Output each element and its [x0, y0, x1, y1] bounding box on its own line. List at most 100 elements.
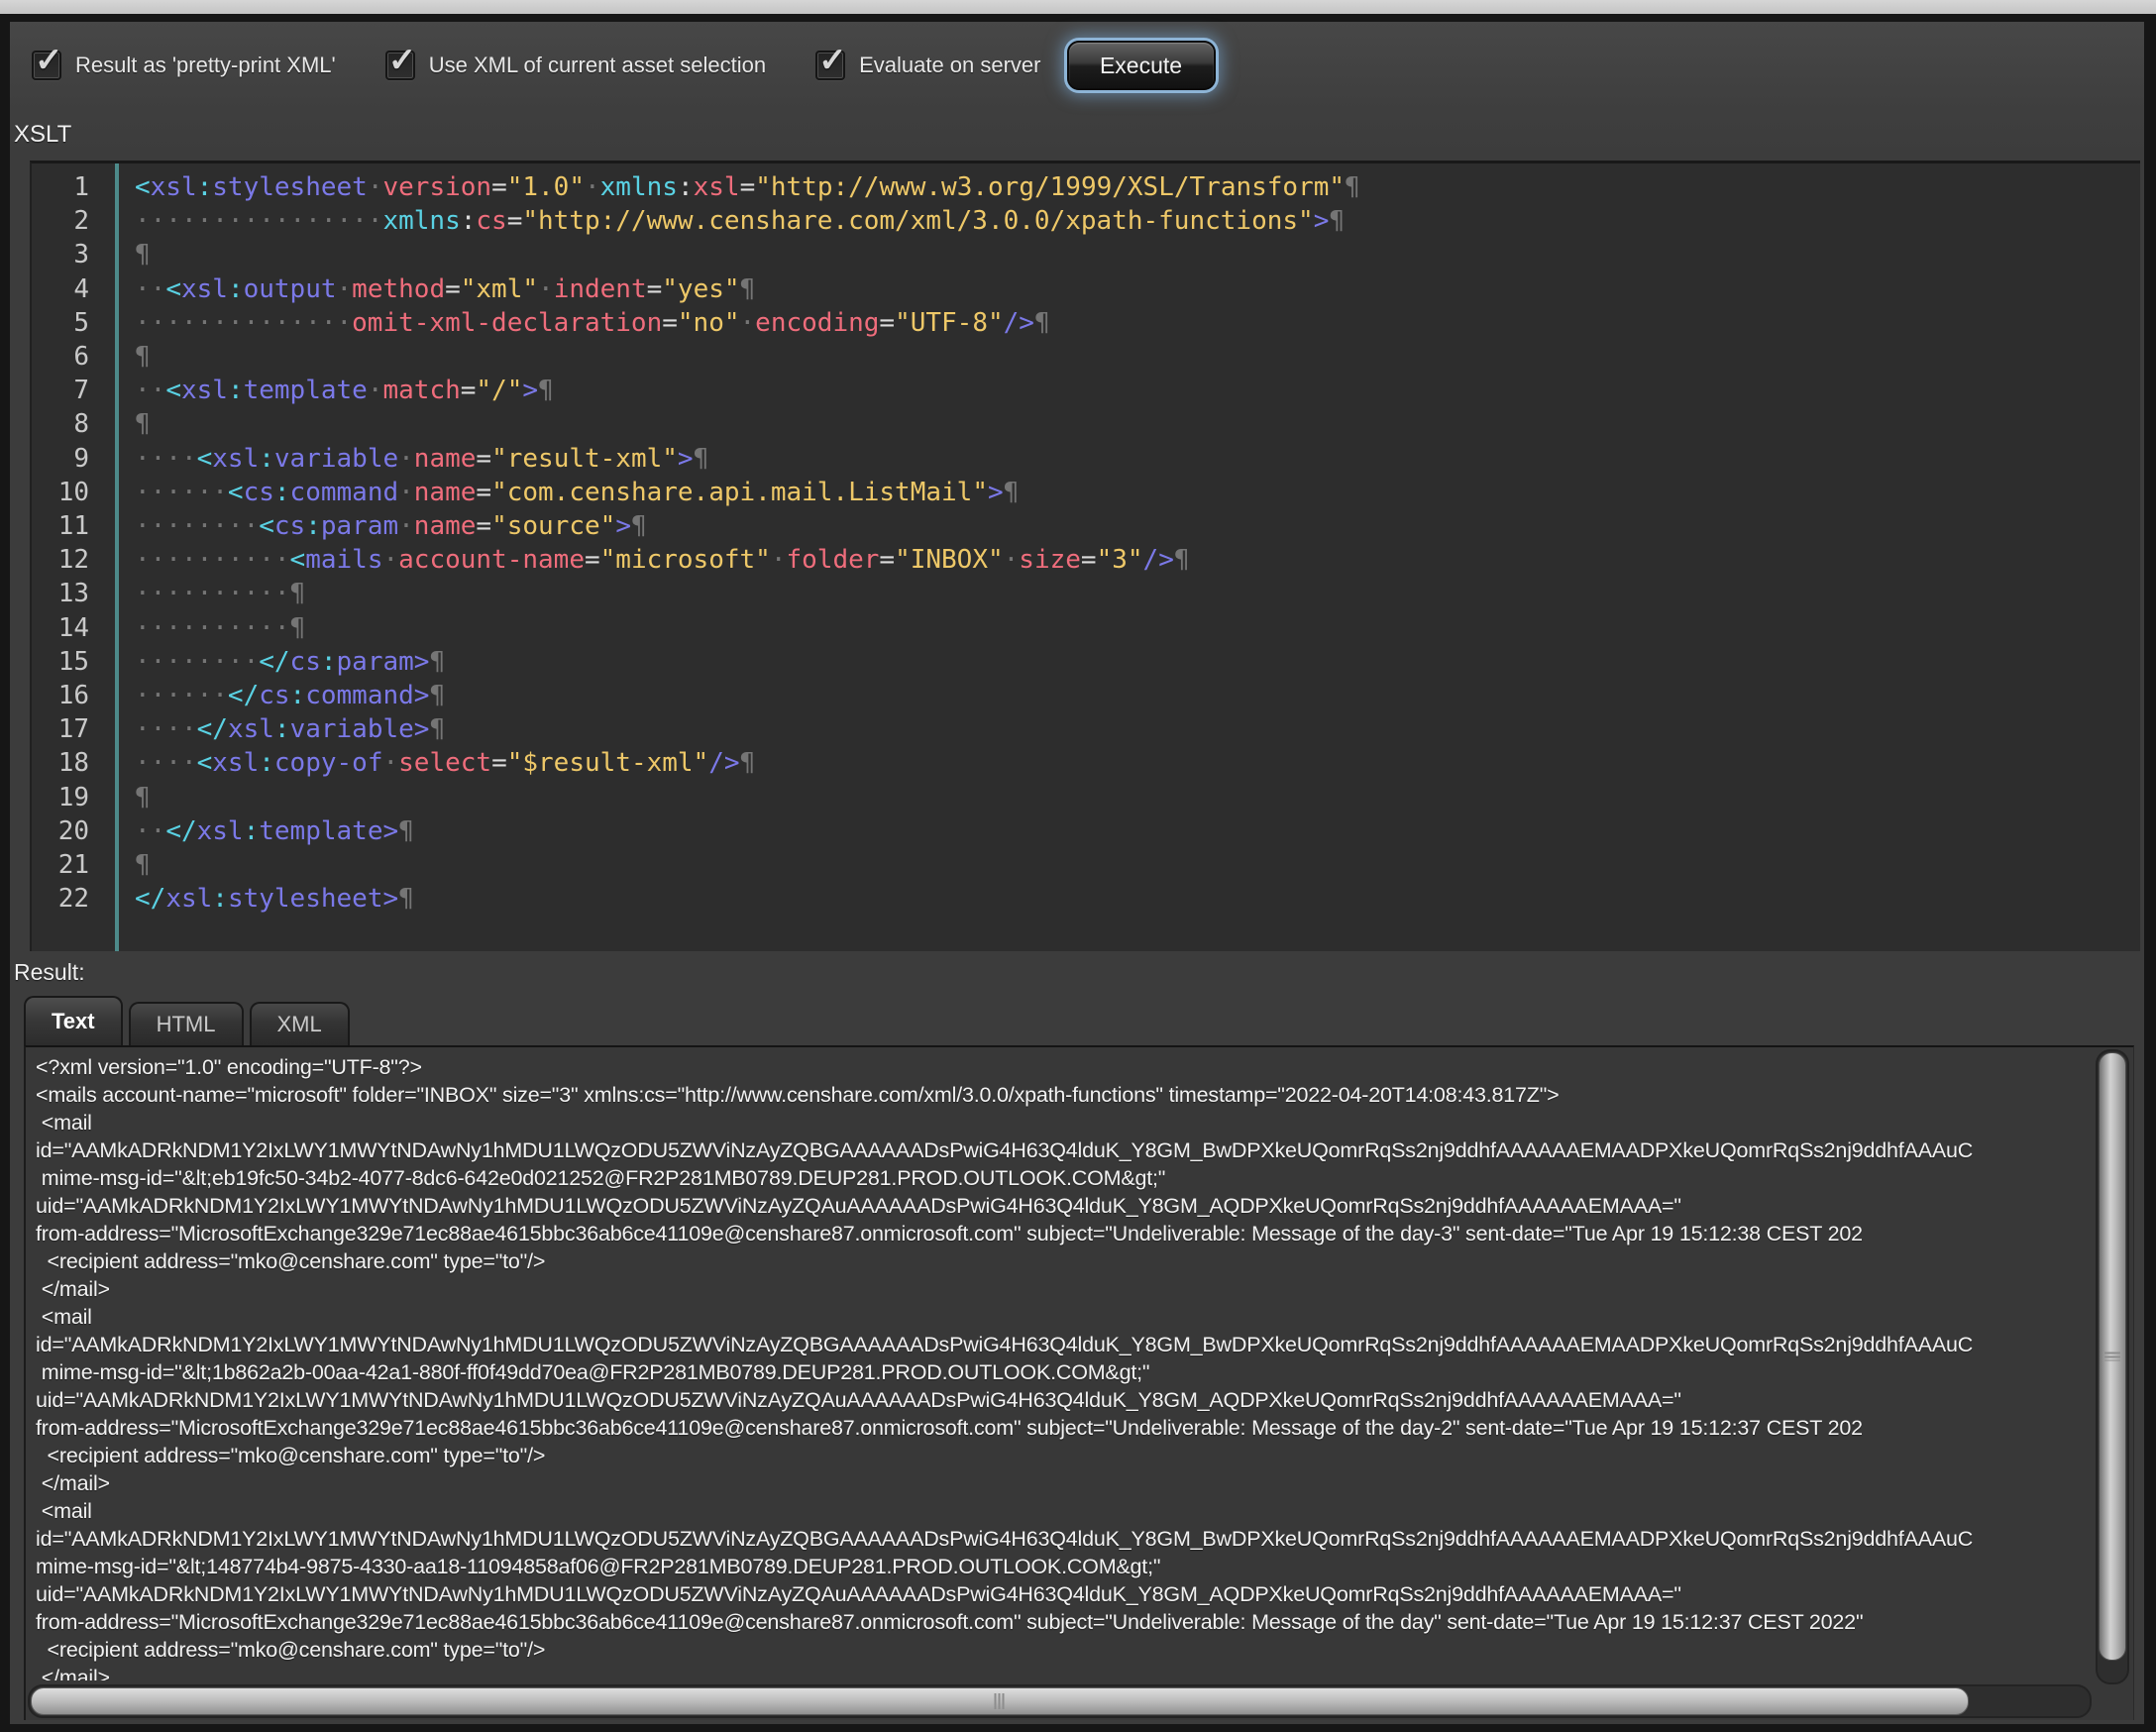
line-number: 18: [32, 746, 111, 780]
xslt-tester-window: ✓ Result as 'pretty-print XML' ✓ Use XML…: [0, 0, 2156, 1732]
line-number: 16: [32, 679, 111, 712]
code-text: ¶: [111, 340, 151, 374]
code-text: ········<cs:param·name="source">¶: [111, 509, 647, 543]
result-line: </mail>: [36, 1469, 2094, 1497]
line-number: 14: [32, 611, 111, 645]
code-text: </xsl:stylesheet>¶: [111, 882, 414, 916]
line-number: 4: [32, 272, 111, 306]
result-text-area[interactable]: <?xml version="1.0" encoding="UTF-8"?><m…: [36, 1053, 2094, 1680]
code-text: ········</cs:param>¶: [111, 645, 445, 679]
toolbar: ✓ Result as 'pretty-print XML' ✓ Use XML…: [10, 36, 2144, 95]
code-text: ······</cs:command>¶: [111, 679, 445, 712]
result-line: <mail: [36, 1497, 2094, 1525]
line-number: 22: [32, 882, 111, 916]
xslt-section-label: XSLT: [14, 121, 71, 149]
checkbox-group-pretty-print: ✓ Result as 'pretty-print XML': [32, 51, 336, 80]
checkbox-group-evaluate-server: ✓ Evaluate on server: [815, 51, 1040, 80]
pretty-print-checkbox[interactable]: ✓: [32, 51, 61, 80]
code-line: 18····<xsl:copy-of·select="$result-xml"/…: [32, 746, 2140, 780]
result-line: <mail: [36, 1303, 2094, 1331]
line-number: 8: [32, 407, 111, 441]
code-line: 9····<xsl:variable·name="result-xml">¶: [32, 442, 2140, 476]
code-text: ¶: [111, 238, 151, 271]
pretty-print-label: Result as 'pretty-print XML': [75, 53, 336, 78]
code-line: 6¶: [32, 340, 2140, 374]
tab-xml[interactable]: XML: [250, 1002, 350, 1045]
vertical-scrollbar[interactable]: [2096, 1049, 2129, 1684]
code-pane: 1<xsl:stylesheet·version="1.0"·xmlns:xsl…: [32, 170, 2140, 916]
result-line: <mail: [36, 1109, 2094, 1137]
result-line: id="AAMkADRkNDM1Y2IxLWY1MWYtNDAwNy1hMDU1…: [36, 1331, 2094, 1358]
code-line: 8¶: [32, 407, 2140, 441]
line-number: 12: [32, 543, 111, 577]
result-line: mime-msg-id="&lt;148774b4-9875-4330-aa18…: [36, 1553, 2094, 1580]
tab-text[interactable]: Text: [24, 996, 123, 1045]
vertical-scrollbar-thumb[interactable]: [2099, 1052, 2126, 1661]
checkmark-icon: ✓: [818, 41, 847, 80]
line-number: 9: [32, 442, 111, 476]
code-line: 15········</cs:param>¶: [32, 645, 2140, 679]
window-top-strip: [0, 0, 2156, 14]
evaluate-server-checkbox[interactable]: ✓: [815, 51, 845, 80]
line-number: 1: [32, 170, 111, 204]
code-line: 2················xmlns:cs="http://www.ce…: [32, 204, 2140, 238]
code-line: 7··<xsl:template·match="/">¶: [32, 374, 2140, 407]
code-text: ··</xsl:template>¶: [111, 814, 414, 848]
code-text: ¶: [111, 848, 151, 882]
result-line: uid="AAMkADRkNDM1Y2IxLWY1MWYtNDAwNy1hMDU…: [36, 1580, 2094, 1608]
use-xml-label: Use XML of current asset selection: [429, 53, 766, 78]
code-line: 22</xsl:stylesheet>¶: [32, 882, 2140, 916]
line-number: 7: [32, 374, 111, 407]
code-text: ················xmlns:cs="http://www.cen…: [111, 204, 1345, 238]
line-number: 13: [32, 577, 111, 610]
code-text: ······<cs:command·name="com.censhare.api…: [111, 476, 1019, 509]
line-number: 15: [32, 645, 111, 679]
use-xml-checkbox[interactable]: ✓: [385, 51, 415, 80]
code-line: 13··········¶: [32, 577, 2140, 610]
result-line: <recipient address="mko@censhare.com" ty…: [36, 1636, 2094, 1664]
result-line: mime-msg-id="&lt;1b862a2b-00aa-42a1-880f…: [36, 1358, 2094, 1386]
line-number: 19: [32, 781, 111, 814]
checkmark-icon: ✓: [35, 41, 63, 80]
code-line: 19¶: [32, 781, 2140, 814]
result-line: from-address="MicrosoftExchange329e71ec8…: [36, 1414, 2094, 1442]
code-text: ··<xsl:template·match="/">¶: [111, 374, 554, 407]
line-number: 21: [32, 848, 111, 882]
result-line: mime-msg-id="&lt;eb19fc50-34b2-4077-8dc6…: [36, 1164, 2094, 1192]
result-line: id="AAMkADRkNDM1Y2IxLWY1MWYtNDAwNy1hMDU1…: [36, 1137, 2094, 1164]
code-line: 1<xsl:stylesheet·version="1.0"·xmlns:xsl…: [32, 170, 2140, 204]
code-text: ¶: [111, 407, 151, 441]
code-line: 17····</xsl:variable>¶: [32, 712, 2140, 746]
result-box: <?xml version="1.0" encoding="UTF-8"?><m…: [24, 1045, 2134, 1720]
line-number: 17: [32, 712, 111, 746]
code-text: ····<xsl:variable·name="result-xml">¶: [111, 442, 708, 476]
checkmark-icon: ✓: [388, 41, 417, 80]
horizontal-scrollbar-thumb[interactable]: [31, 1687, 1969, 1715]
code-text: ··········¶: [111, 577, 305, 610]
line-number: 6: [32, 340, 111, 374]
horizontal-scrollbar[interactable]: [28, 1684, 2092, 1718]
result-line: </mail>: [36, 1664, 2094, 1680]
result-line: from-address="MicrosoftExchange329e71ec8…: [36, 1608, 2094, 1636]
app-panel: ✓ Result as 'pretty-print XML' ✓ Use XML…: [10, 22, 2144, 1724]
line-number: 3: [32, 238, 111, 271]
code-text: ··············omit-xml-declaration="no"·…: [111, 306, 1050, 340]
tab-html[interactable]: HTML: [129, 1002, 244, 1045]
xslt-code-editor[interactable]: 1<xsl:stylesheet·version="1.0"·xmlns:xsl…: [30, 161, 2140, 951]
code-line: 3¶: [32, 238, 2140, 271]
checkbox-group-use-xml: ✓ Use XML of current asset selection: [385, 51, 766, 80]
code-line: 11········<cs:param·name="source">¶: [32, 509, 2140, 543]
result-line: </mail>: [36, 1275, 2094, 1303]
code-line: 5··············omit-xml-declaration="no"…: [32, 306, 2140, 340]
result-line: <recipient address="mko@censhare.com" ty…: [36, 1442, 2094, 1469]
code-text: ··········<mails·account-name="microsoft…: [111, 543, 1190, 577]
result-line: id="AAMkADRkNDM1Y2IxLWY1MWYtNDAwNy1hMDU1…: [36, 1525, 2094, 1553]
code-text: ····<xsl:copy-of·select="$result-xml"/>¶: [111, 746, 755, 780]
code-text: <xsl:stylesheet·version="1.0"·xmlns:xsl=…: [111, 170, 1360, 204]
line-number: 10: [32, 476, 111, 509]
code-line: 12··········<mails·account-name="microso…: [32, 543, 2140, 577]
code-text: ¶: [111, 781, 151, 814]
line-number: 11: [32, 509, 111, 543]
execute-button[interactable]: Execute: [1067, 41, 1216, 90]
code-text: ··········¶: [111, 611, 305, 645]
